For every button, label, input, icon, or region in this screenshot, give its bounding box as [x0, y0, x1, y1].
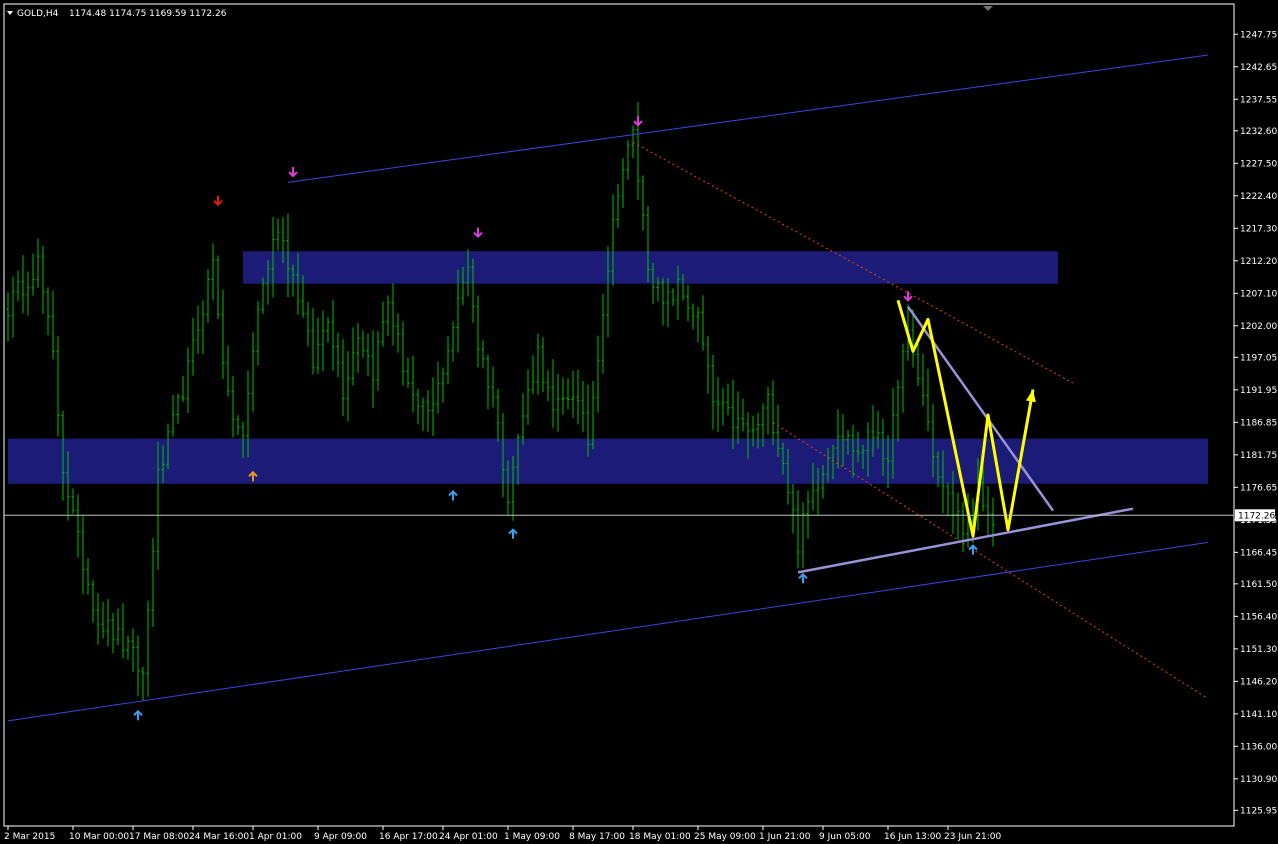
y-tick-label: 1217.30 [1240, 224, 1277, 234]
x-tick-label: 8 May 17:00 [569, 832, 625, 842]
x-tick-label: 18 May 01:00 [629, 832, 691, 842]
y-tick-label: 1207.10 [1240, 289, 1277, 299]
y-tick-label: 1232.60 [1240, 127, 1277, 137]
y-tick-label: 1151.30 [1240, 645, 1277, 655]
x-tick-label: 24 Apr 01:00 [439, 832, 498, 842]
y-tick-label: 1141.10 [1240, 710, 1277, 720]
y-tick-label: 1186.85 [1240, 418, 1277, 428]
x-tick-label: 1 Jun 21:00 [759, 832, 811, 842]
current-price-value: 1172.26 [1238, 511, 1275, 521]
y-tick-label: 1247.75 [1240, 30, 1277, 40]
y-tick-label: 1222.40 [1240, 192, 1277, 202]
price-zone [243, 251, 1058, 284]
x-tick-label: 16 Apr 17:00 [379, 832, 438, 842]
y-tick-label: 1176.65 [1240, 483, 1277, 493]
x-tick-label: 9 Jun 05:00 [819, 832, 871, 842]
x-tick-label: 23 Jun 21:00 [944, 832, 1001, 842]
y-tick-label: 1197.05 [1240, 353, 1277, 363]
x-tick-label: 24 Mar 16:00 [189, 832, 249, 842]
y-tick-label: 1202.00 [1240, 322, 1277, 332]
y-tick-label: 1242.65 [1240, 63, 1277, 73]
current-price-label: 1172.26 [1235, 509, 1275, 522]
y-tick-label: 1136.00 [1240, 742, 1277, 752]
y-tick-label: 1227.50 [1240, 159, 1277, 169]
y-tick-label: 1125.95 [1240, 806, 1277, 816]
x-tick-label: 10 Mar 00:00 [69, 832, 129, 842]
chart-background [0, 0, 1278, 844]
y-tick-label: 1130.90 [1240, 775, 1277, 785]
x-tick-label: 2 Mar 2015 [4, 832, 55, 842]
y-tick-label: 1146.20 [1240, 677, 1277, 687]
y-tick-label: 1166.45 [1240, 548, 1277, 558]
price-chart[interactable]: 1247.75 1242.65 1237.55 1232.60 1227.50 1222.… [0, 0, 1278, 844]
x-tick-label: 17 Mar 08:00 [129, 832, 189, 842]
y-tick-label: 1237.55 [1240, 95, 1277, 105]
x-tick-label: 25 May 09:00 [694, 832, 756, 842]
x-tick-label: 1 May 09:00 [504, 832, 560, 842]
y-tick-label: 1161.50 [1240, 580, 1277, 590]
y-tick-label: 1181.75 [1240, 451, 1277, 461]
y-tick-label: 1191.95 [1240, 386, 1277, 396]
symbol-label: GOLD,H4 [17, 9, 59, 19]
y-tick-label: 1212.20 [1240, 257, 1277, 267]
x-tick-label: 16 Jun 13:00 [884, 832, 941, 842]
x-tick-label: 9 Apr 09:00 [314, 832, 367, 842]
x-tick-label: 1 Apr 01:00 [249, 832, 302, 842]
ohlc-values: 1174.48 1174.75 1169.59 1172.26 [69, 9, 227, 19]
chart-header: GOLD,H4 1174.48 1174.75 1169.59 1172.26 [7, 9, 227, 19]
y-tick-label: 1156.40 [1240, 612, 1277, 622]
